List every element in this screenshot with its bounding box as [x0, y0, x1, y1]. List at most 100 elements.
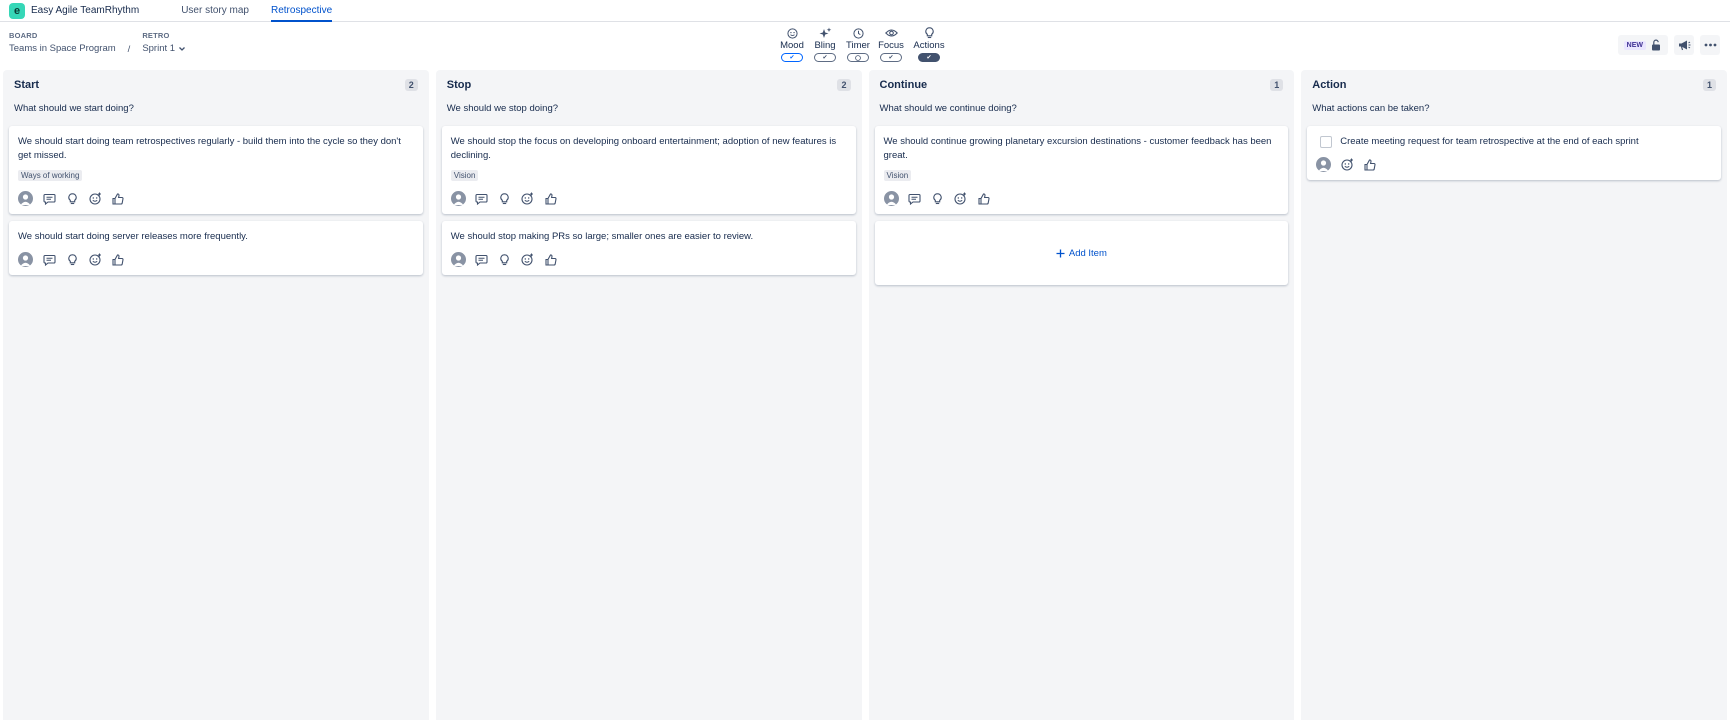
comment-icon[interactable] — [908, 192, 922, 206]
avatar-icon[interactable] — [18, 252, 33, 267]
thumbs-up-icon[interactable] — [544, 253, 558, 267]
avatar-icon[interactable] — [18, 191, 33, 206]
thumbs-up-icon[interactable] — [544, 192, 558, 206]
thumbs-up-icon[interactable] — [111, 253, 125, 267]
column-title: Stop — [446, 79, 472, 91]
tab-user-story-map[interactable]: User story map — [181, 0, 249, 21]
action-item-card[interactable]: Create meeting request for team retrospe… — [1307, 126, 1721, 180]
lock-board-button[interactable]: NEW — [1617, 35, 1668, 55]
retro-board: Start 2 What should we start doing? We s… — [3, 70, 1727, 720]
retro-label: RETRO — [142, 31, 170, 40]
bling-label: Bling — [814, 40, 836, 51]
avatar-icon[interactable] — [450, 191, 466, 206]
mood-tool[interactable]: Mood ✔ — [780, 27, 804, 62]
new-badge: NEW — [1623, 40, 1646, 50]
retro-card[interactable]: We should continue growing planetary exc… — [874, 126, 1289, 214]
app-brand[interactable]: e Easy Agile TeamRhythm — [9, 0, 139, 21]
timer-label: Timer — [846, 40, 870, 51]
thumbs-up-icon[interactable] — [977, 192, 991, 206]
more-horizontal-icon — [1704, 43, 1716, 47]
avatar-icon[interactable] — [1316, 157, 1332, 172]
column-start: Start 2 What should we start doing? We s… — [3, 70, 429, 720]
add-reaction-icon[interactable] — [954, 192, 968, 206]
action-item-checkbox[interactable] — [1320, 136, 1333, 148]
column-prompt: What actions can be taken? — [1312, 103, 1430, 114]
timer-toggle[interactable] — [847, 53, 869, 62]
column-prompt: What should we continue doing? — [879, 103, 1017, 114]
avatar-icon[interactable] — [883, 191, 899, 206]
card-tag[interactable]: Vision — [883, 170, 912, 181]
header-actions: NEW — [1617, 35, 1720, 55]
unlock-icon — [1652, 39, 1660, 51]
column-title: Continue — [879, 79, 928, 91]
actions-tool[interactable]: Actions ✔ — [912, 27, 946, 62]
comment-icon[interactable] — [475, 253, 489, 267]
card-text: We should stop the focus on developing o… — [450, 136, 837, 161]
timer-tool[interactable]: Timer — [846, 27, 870, 62]
card-actions — [1316, 157, 1712, 172]
comment-icon[interactable] — [475, 192, 489, 206]
focus-toggle[interactable]: ✔ — [880, 53, 902, 62]
add-item-label: Add Item — [1068, 247, 1107, 259]
retro-card[interactable]: We should stop making PRs so large; smal… — [441, 221, 856, 275]
column-title: Action — [1312, 79, 1347, 91]
lightbulb-icon[interactable] — [931, 192, 945, 206]
lightbulb-icon — [924, 27, 934, 39]
column-action: Action 1 What actions can be taken? Crea… — [1301, 70, 1727, 720]
comment-icon[interactable] — [42, 192, 56, 206]
card-text: We should start doing team retrospective… — [18, 136, 401, 161]
add-item-button[interactable]: Add Item — [874, 221, 1289, 285]
comment-icon[interactable] — [42, 253, 56, 267]
retro-toolbar: Mood ✔ Bling ✔ Timer Focus ✔ Actions ✔ — [780, 27, 946, 62]
thumbs-up-icon[interactable] — [111, 192, 125, 206]
clock-icon — [852, 27, 864, 39]
mood-toggle[interactable]: ✔ — [781, 53, 803, 62]
bling-tool[interactable]: Bling ✔ — [813, 27, 837, 62]
sprint-selector-label: Sprint 1 — [142, 43, 176, 54]
card-tag[interactable]: Ways of working — [18, 170, 83, 181]
card-actions — [18, 252, 414, 267]
board-link[interactable]: Teams in Space Program — [9, 43, 116, 54]
card-actions — [450, 252, 847, 267]
thumbs-up-icon[interactable] — [1363, 158, 1377, 172]
add-reaction-icon[interactable] — [521, 253, 535, 267]
add-reaction-icon[interactable] — [88, 253, 102, 267]
breadcrumb: BOARD Teams in Space Program / RETRO Spr… — [9, 31, 186, 55]
retro-card[interactable]: We should start doing team retrospective… — [9, 126, 423, 214]
column-count: 2 — [837, 79, 851, 91]
chevron-down-icon — [179, 46, 186, 51]
sprint-selector[interactable]: Sprint 1 — [142, 43, 186, 54]
retro-card[interactable]: We should stop the focus on developing o… — [441, 126, 856, 214]
more-options-button[interactable] — [1700, 35, 1720, 55]
announce-button[interactable] — [1674, 35, 1694, 55]
top-nav: e Easy Agile TeamRhythm User story map R… — [0, 0, 1730, 22]
actions-label: Actions — [913, 40, 945, 51]
lightbulb-icon[interactable] — [498, 253, 512, 267]
card-tag[interactable]: Vision — [450, 170, 479, 181]
lightbulb-icon[interactable] — [65, 192, 79, 206]
add-reaction-icon[interactable] — [521, 192, 535, 206]
lightbulb-icon[interactable] — [65, 253, 79, 267]
lightbulb-icon[interactable] — [498, 192, 512, 206]
timer-small-icon — [855, 54, 861, 61]
column-stop: Stop 2 We should we stop doing? We shoul… — [435, 70, 862, 720]
plus-icon — [1056, 249, 1065, 257]
add-reaction-icon[interactable] — [88, 192, 102, 206]
eye-icon — [884, 29, 898, 37]
app-logo-icon: e — [9, 2, 25, 19]
column-prompt: We should we stop doing? — [446, 103, 559, 114]
add-reaction-icon[interactable] — [1340, 158, 1354, 172]
bling-toggle[interactable]: ✔ — [814, 53, 836, 62]
focus-tool[interactable]: Focus ✔ — [878, 27, 904, 62]
avatar-icon[interactable] — [450, 252, 466, 267]
column-title: Start — [14, 79, 40, 91]
column-count: 1 — [1270, 79, 1284, 91]
smile-icon — [786, 27, 798, 39]
app-name: Easy Agile TeamRhythm — [31, 5, 140, 16]
action-item-text: Create meeting request for team retrospe… — [1340, 136, 1639, 147]
tab-retrospective[interactable]: Retrospective — [271, 0, 333, 22]
retro-card[interactable]: We should start doing server releases mo… — [9, 221, 423, 275]
board-label: BOARD — [9, 31, 38, 40]
actions-toggle[interactable]: ✔ — [918, 53, 940, 62]
card-text: We should continue growing planetary exc… — [883, 136, 1272, 161]
